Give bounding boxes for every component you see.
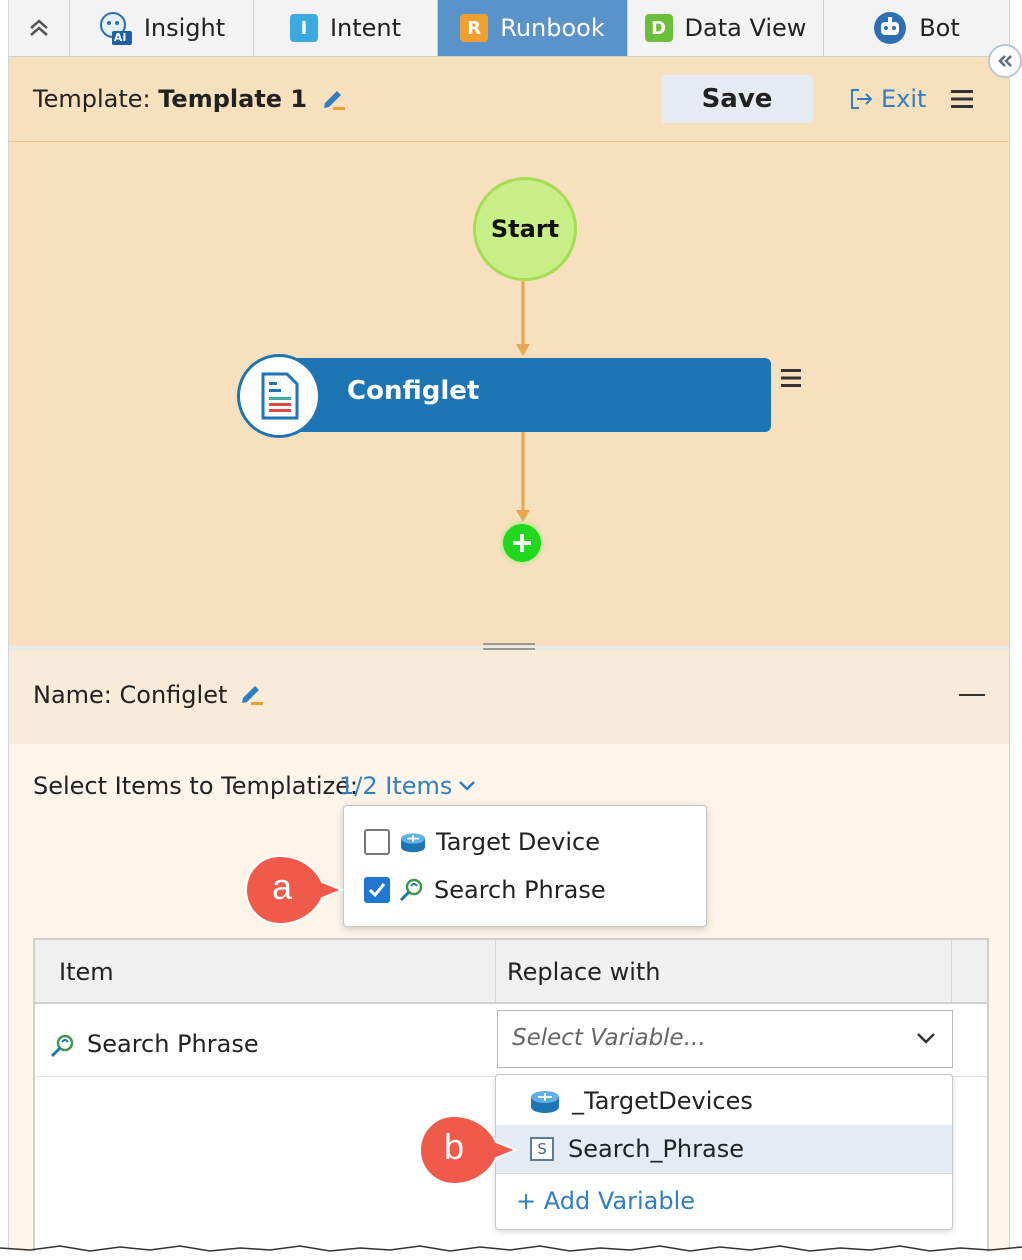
option-label: _TargetDevices	[572, 1087, 753, 1115]
row-item-label: Search Phrase	[87, 1030, 259, 1058]
app-frame: AI Insight I Intent R Runbook D Data Vie…	[8, 0, 1010, 1252]
add-step-button[interactable]	[503, 524, 541, 562]
chevron-down-icon	[459, 781, 476, 791]
start-node[interactable]: Start	[473, 177, 577, 281]
node-name: Name: Configlet	[33, 680, 265, 709]
checkbox-unchecked[interactable]	[364, 829, 390, 855]
column-separator	[495, 940, 496, 1002]
select-variable-placeholder: Select Variable...	[512, 1025, 706, 1051]
option-target-devices[interactable]: _TargetDevices	[496, 1077, 952, 1125]
item-target-device[interactable]: Target Device	[364, 828, 600, 856]
checkmark-icon	[368, 883, 386, 898]
callout-label: b	[444, 1126, 465, 1167]
node-menu-icon[interactable]	[781, 368, 801, 388]
edit-pencil-icon[interactable]	[239, 680, 265, 706]
name-value: Configlet	[119, 681, 228, 709]
minimize-panel-button[interactable]	[959, 694, 985, 696]
add-variable-link[interactable]: + Add Variable	[516, 1187, 695, 1215]
device-router-icon	[531, 1091, 559, 1113]
column-item: Item	[59, 958, 114, 986]
checkbox-checked[interactable]	[364, 877, 390, 903]
name-prefix: Name:	[33, 681, 112, 709]
double-chevron-left-icon	[998, 55, 1012, 67]
items-count: 1/2 Items	[339, 772, 453, 800]
side-panel-toggle[interactable]	[988, 44, 1022, 78]
node-name-bar: Name: Configlet	[9, 650, 1009, 744]
column-separator	[951, 940, 952, 1002]
templatize-items-popup: Target Device Search Phrase	[343, 805, 707, 927]
column-replace-with: Replace with	[507, 958, 661, 986]
option-search-phrase[interactable]: S Search_Phrase	[496, 1125, 952, 1173]
device-router-icon	[401, 833, 425, 853]
search-phrase-icon	[399, 878, 423, 902]
dropdown-separator	[496, 1173, 952, 1174]
items-count-dropdown[interactable]: 1/2 Items	[339, 772, 476, 800]
callout-a: a	[244, 854, 345, 930]
configlet-node-label: Configlet	[347, 376, 480, 406]
item-search-phrase[interactable]: Search Phrase	[364, 876, 606, 904]
string-variable-icon: S	[530, 1137, 554, 1161]
callout-label: a	[272, 866, 293, 907]
document-icon	[261, 372, 299, 420]
plus-icon	[513, 534, 531, 552]
configlet-node-icon-wrapper	[237, 354, 321, 438]
search-phrase-icon	[50, 1034, 74, 1058]
chevron-down-icon	[917, 1033, 935, 1044]
item-label: Search Phrase	[434, 876, 606, 904]
option-label: Search_Phrase	[568, 1135, 744, 1163]
table-row: Search Phrase Select Variable...	[35, 1004, 987, 1077]
table-header: Item Replace with	[35, 940, 987, 1004]
callout-b: b	[418, 1114, 519, 1190]
select-variable-dropdown[interactable]: Select Variable...	[497, 1010, 953, 1068]
variable-options-list: _TargetDevices S Search_Phrase + Add Var…	[495, 1074, 953, 1230]
torn-edge	[0, 1245, 1022, 1260]
templatize-label: Select Items to Templatize:	[33, 772, 359, 800]
item-label: Target Device	[436, 828, 600, 856]
